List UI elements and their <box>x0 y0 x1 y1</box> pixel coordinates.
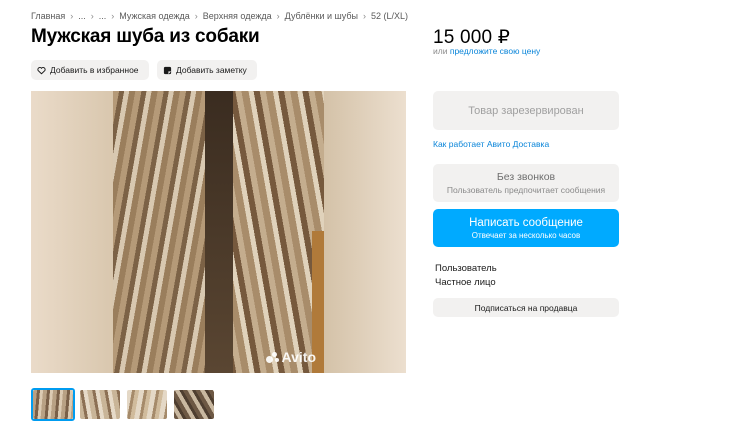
seller-name[interactable]: Пользователь <box>435 263 497 274</box>
price-or-text: или <box>433 46 448 56</box>
thumbnail[interactable] <box>31 388 75 421</box>
breadcrumb-separator: › <box>362 11 366 21</box>
subscribe-seller-button[interactable]: Подписаться на продавца <box>433 298 619 317</box>
fur-coat-photo <box>113 91 324 373</box>
note-icon <box>163 66 172 75</box>
add-note-label: Добавить заметку <box>176 65 247 75</box>
thumbnail[interactable] <box>78 388 122 421</box>
page-title: Мужская шуба из собаки <box>31 26 260 47</box>
photo-blur-background-left <box>31 91 113 373</box>
breadcrumb-item-coats[interactable]: Дублёнки и шубы <box>285 11 358 21</box>
no-calls-subtext: Пользователь предпочитает сообщения <box>446 185 606 195</box>
response-time-text: Отвечает за несколько часов <box>471 230 581 240</box>
avito-watermark: Avito <box>265 349 316 365</box>
breadcrumb: Главная › ... › ... › Мужская одежда › В… <box>31 11 408 21</box>
delivery-info-link[interactable]: Как работает Авито Доставка <box>433 139 549 149</box>
coat-right-panel <box>218 91 324 373</box>
add-to-favorites-label: Добавить в избранное <box>50 65 139 75</box>
no-calls-button[interactable]: Без звонков Пользователь предпочитает со… <box>433 164 619 202</box>
reserved-button[interactable]: Товар зарезервирован <box>433 91 619 130</box>
breadcrumb-separator: › <box>194 11 198 21</box>
photo-blur-background-right <box>324 91 406 373</box>
thumbnail[interactable] <box>172 388 216 421</box>
coat-left-panel <box>113 91 218 373</box>
breadcrumb-separator: › <box>276 11 280 21</box>
offer-price-link[interactable]: предложите свою цену <box>450 46 540 56</box>
thumbnail-strip <box>31 388 216 421</box>
breadcrumb-separator: › <box>90 11 94 21</box>
price-offer: или предложите свою цену <box>433 46 540 56</box>
coat-opening <box>205 91 233 373</box>
seller-type: Частное лицо <box>435 277 496 288</box>
no-calls-label: Без звонков <box>496 171 556 183</box>
write-message-label: Написать сообщение <box>469 216 583 229</box>
breadcrumb-item-ellipsis[interactable]: ... <box>99 11 107 21</box>
add-to-favorites-button[interactable]: Добавить в избранное <box>31 60 149 80</box>
heart-icon <box>37 66 46 75</box>
avito-logo-icon <box>265 351 280 363</box>
thumbnail[interactable] <box>125 388 169 421</box>
breadcrumb-item-home[interactable]: Главная <box>31 11 65 21</box>
write-message-button[interactable]: Написать сообщение Отвечает за несколько… <box>433 209 619 247</box>
breadcrumb-item-outerwear[interactable]: Верхняя одежда <box>203 11 272 21</box>
main-photo[interactable]: Avito <box>31 91 406 373</box>
breadcrumb-separator: › <box>70 11 74 21</box>
add-note-button[interactable]: Добавить заметку <box>157 60 257 80</box>
breadcrumb-item-mens-clothing[interactable]: Мужская одежда <box>119 11 189 21</box>
watermark-text: Avito <box>281 349 316 365</box>
breadcrumb-item-ellipsis[interactable]: ... <box>78 11 86 21</box>
breadcrumb-item-size[interactable]: 52 (L/XL) <box>371 11 408 21</box>
breadcrumb-separator: › <box>111 11 115 21</box>
